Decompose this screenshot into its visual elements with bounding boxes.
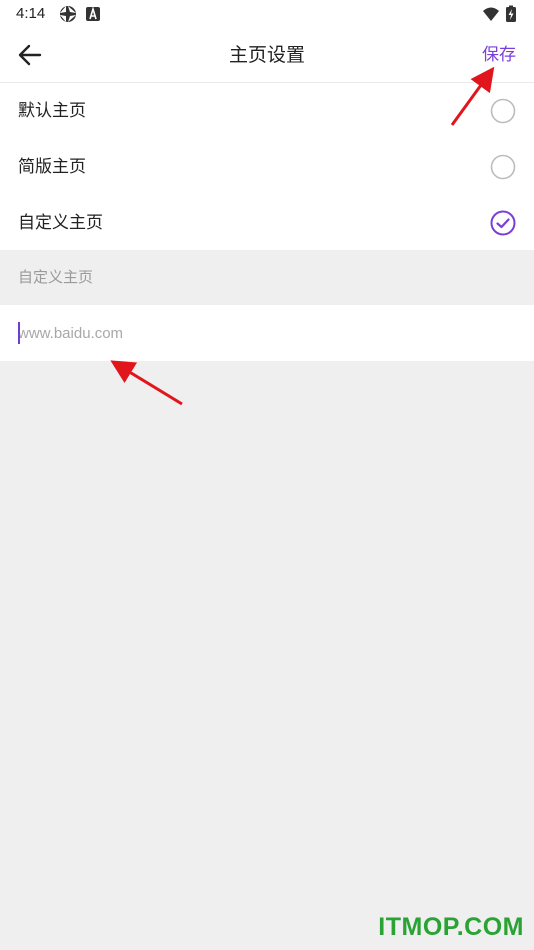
watermark-logo: ITMOP.COM	[378, 913, 524, 941]
app-bar: 主页设置 保存	[0, 28, 534, 83]
option-default-homepage[interactable]: 默认主页	[0, 83, 534, 139]
save-button[interactable]: 保存	[482, 28, 516, 82]
arrow-left-icon[interactable]	[14, 39, 46, 71]
aperture-icon	[60, 6, 76, 22]
option-label: 自定义主页	[18, 213, 103, 233]
wifi-icon	[483, 7, 499, 21]
option-custom-homepage[interactable]: 自定义主页	[0, 195, 534, 251]
custom-url-row	[0, 305, 534, 361]
a-badge-icon	[86, 6, 100, 21]
section-header-text: 自定义主页	[18, 268, 94, 286]
battery-charging-icon	[506, 5, 516, 22]
status-bar: 4:14	[0, 0, 534, 28]
option-label: 默认主页	[18, 101, 86, 121]
radio-unchecked-icon[interactable]	[490, 154, 516, 180]
radio-unchecked-icon[interactable]	[490, 98, 516, 124]
annotation-arrow-url	[110, 360, 183, 406]
homepage-option-list: 默认主页 简版主页 自定义主页	[0, 83, 534, 251]
status-time: 4:14	[16, 5, 46, 22]
page-title: 主页设置	[228, 44, 305, 66]
text-cursor	[18, 322, 20, 344]
option-simple-homepage[interactable]: 简版主页	[0, 139, 534, 195]
option-label: 简版主页	[18, 157, 86, 177]
radio-checked-icon[interactable]	[490, 210, 516, 236]
custom-homepage-url-input[interactable]	[18, 315, 518, 351]
custom-homepage-section-header: 自定义主页	[0, 250, 534, 305]
